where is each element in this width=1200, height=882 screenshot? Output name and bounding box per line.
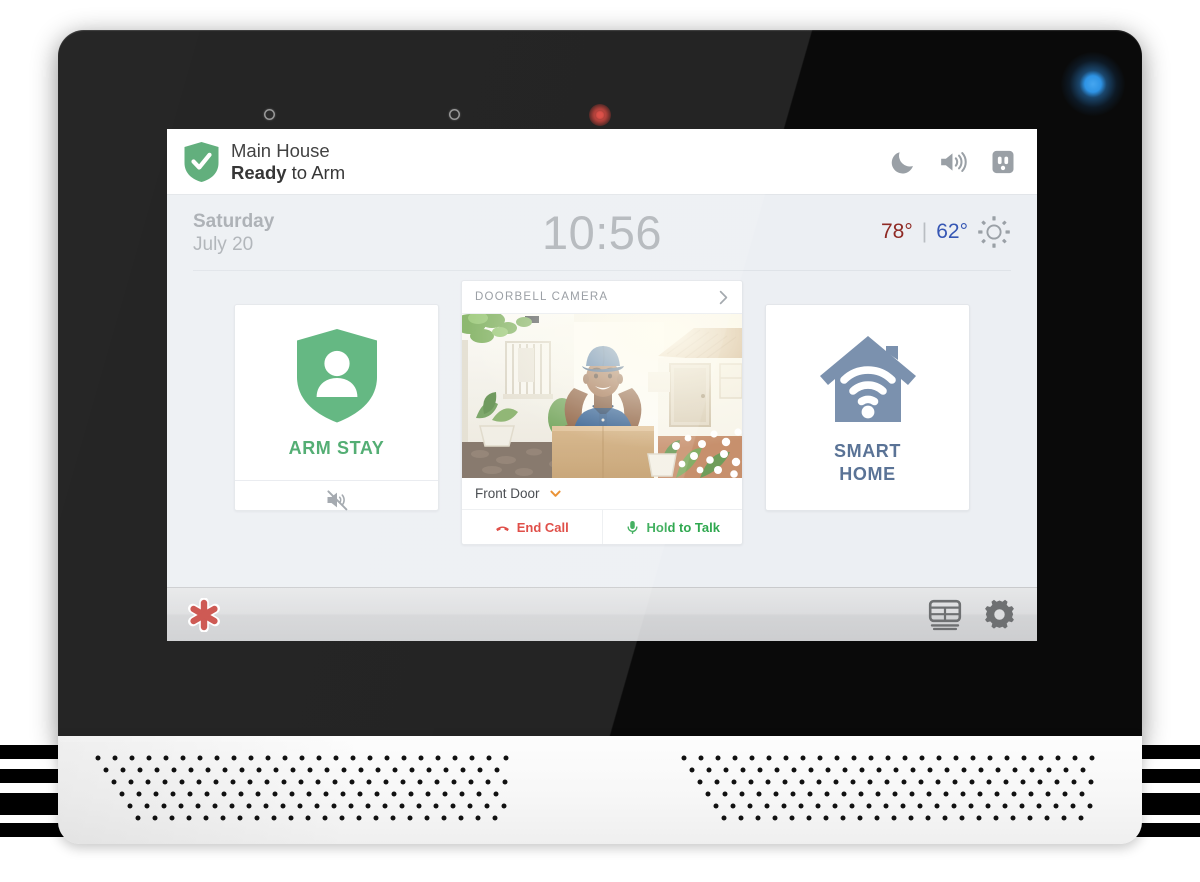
- volume-icon[interactable]: [939, 148, 967, 176]
- header-status: Ready to Arm: [231, 162, 345, 184]
- sensor-hole-2: [449, 109, 460, 120]
- doorbell-camera-header[interactable]: DOORBELL CAMERA: [462, 281, 742, 314]
- header-status-rest: to Arm: [286, 161, 346, 183]
- chevron-right-icon[interactable]: [715, 289, 732, 306]
- chevron-down-icon[interactable]: [549, 487, 562, 500]
- header-status-strong: Ready: [231, 161, 287, 183]
- device-base: [58, 736, 1142, 844]
- smart-home-label: SMART HOME: [834, 440, 901, 485]
- gear-icon[interactable]: [984, 599, 1015, 630]
- shield-check-icon: [184, 141, 219, 182]
- keypad-icon[interactable]: [928, 599, 962, 631]
- tile-doorbell-camera[interactable]: DOORBELL CAMERA Front Door End Call Hold…: [461, 280, 743, 545]
- volume-mute-icon[interactable]: [325, 488, 349, 512]
- phone-hangup-icon: [495, 525, 509, 531]
- end-call-button[interactable]: End Call: [462, 510, 603, 544]
- header-text-block: Main House Ready to Arm: [231, 140, 345, 184]
- hold-to-talk-button[interactable]: Hold to Talk: [603, 510, 743, 544]
- bottom-nav-right-group: [928, 599, 1015, 631]
- temp-low: 62°: [936, 220, 968, 243]
- camera-action-bar: End Call Hold to Talk: [462, 510, 742, 544]
- smart-home-body: SMART HOME: [766, 305, 969, 510]
- doorbell-camera-title: DOORBELL CAMERA: [475, 291, 609, 303]
- device-bezel: Main House Ready to Arm Saturday July 20…: [58, 30, 1142, 742]
- end-call-label: End Call: [516, 519, 569, 535]
- camera-live-image: [462, 314, 742, 478]
- sensor-hole-1: [264, 109, 275, 120]
- temp-separator: |: [921, 220, 928, 243]
- arm-stay-body: ARM STAY: [235, 305, 438, 480]
- bottom-nav-bar: [167, 587, 1037, 641]
- touchscreen-display[interactable]: Main House Ready to Arm Saturday July 20…: [167, 129, 1037, 641]
- doorbell-camera-video[interactable]: [462, 314, 742, 478]
- tile-arm-stay[interactable]: ARM STAY: [234, 304, 439, 511]
- camera-source-label: Front Door: [475, 486, 540, 501]
- info-divider: [193, 270, 1011, 271]
- app-header: Main House Ready to Arm: [167, 129, 1037, 195]
- arm-stay-label: ARM STAY: [288, 438, 385, 458]
- status-led: [1061, 52, 1125, 116]
- arm-stay-footer[interactable]: [235, 479, 438, 520]
- smart-home-label-line2: HOME: [839, 463, 896, 484]
- hold-to-talk-label: Hold to Talk: [646, 519, 720, 535]
- tile-row: ARM STAY DOORBELL CAMERA Front Door End …: [167, 279, 1037, 587]
- screenshot-root: Main House Ready to Arm Saturday July 20…: [0, 0, 1200, 882]
- moon-icon[interactable]: [889, 148, 917, 176]
- temp-high: 78°: [881, 220, 913, 243]
- camera-source-selector[interactable]: Front Door: [462, 478, 742, 510]
- smart-home-label-line1: SMART: [834, 441, 901, 461]
- info-bar: Saturday July 20 10:56 78° | 62°: [167, 195, 1037, 279]
- tile-smart-home[interactable]: SMART HOME: [765, 304, 970, 511]
- shield-person-icon: [296, 329, 377, 423]
- base-sheen: [58, 736, 1142, 844]
- microphone-icon: [627, 520, 638, 534]
- camera-indicator-led: [589, 104, 611, 126]
- sun-icon: [978, 216, 1010, 248]
- emergency-asterisk-icon[interactable]: [187, 597, 221, 632]
- header-location: Main House: [231, 139, 330, 161]
- house-wifi-icon: [819, 336, 916, 422]
- outlet-icon[interactable]: [989, 148, 1017, 176]
- weather-block[interactable]: 78° | 62°: [881, 209, 1011, 249]
- header-icon-group: [889, 148, 1017, 176]
